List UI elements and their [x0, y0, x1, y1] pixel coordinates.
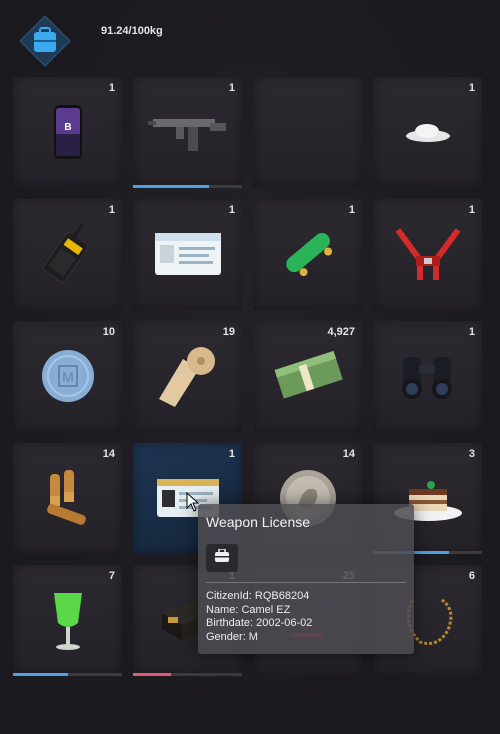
bullets-icon: [13, 463, 122, 533]
uzi-smg-icon: [133, 97, 242, 167]
item-count: 10: [102, 326, 115, 338]
slot-cash[interactable]: 4,927: [253, 321, 362, 432]
item-count: 6: [468, 570, 475, 582]
slot-binoculars[interactable]: 1: [373, 321, 482, 432]
item-count: 19: [222, 326, 235, 338]
white-powder-icon: [373, 97, 482, 167]
slot-empty[interactable]: [253, 77, 362, 188]
slot-drink[interactable]: 7: [13, 565, 122, 676]
svg-text:B: B: [64, 122, 71, 133]
green-cocktail-icon: [13, 585, 122, 655]
item-count: 1: [228, 448, 235, 460]
slot-skateboard[interactable]: 1: [253, 199, 362, 310]
cash-stack-icon: [253, 341, 362, 411]
binoculars-icon: [373, 341, 482, 411]
bandage-roll-icon: [133, 341, 242, 411]
item-count: 1: [228, 204, 235, 216]
tooltip-gender: Gender: M: [206, 630, 258, 643]
slot-phone[interactable]: 1 B: [13, 77, 122, 188]
tooltip-citizen-id: CitizenId: RQB68204: [206, 590, 310, 602]
item-count: 1: [468, 82, 475, 94]
item-count: 14: [342, 448, 355, 460]
walkie-talkie-icon: [13, 219, 122, 289]
slot-bullets[interactable]: 14: [13, 443, 122, 554]
weight-text: 91.24/100kg: [101, 25, 163, 37]
durability-fill: [133, 673, 172, 676]
durability-fill: [13, 673, 68, 676]
svg-text:M: M: [62, 369, 74, 385]
tooltip-divider: [206, 582, 406, 583]
slot-id-card[interactable]: 1: [133, 199, 242, 310]
durability-bar: [13, 673, 122, 676]
backpack-icon: [214, 547, 230, 568]
item-count: 3: [468, 448, 475, 460]
slot-radio[interactable]: 1: [13, 199, 122, 310]
slot-smg[interactable]: 1: [133, 77, 242, 188]
durability-fill: [133, 185, 210, 188]
tooltip-info: CitizenId: RQB68204 Name: Camel EZ Birth…: [206, 590, 312, 644]
phone-icon: B: [13, 97, 122, 167]
mouse-cursor-icon: [186, 491, 200, 517]
item-count: 1: [228, 82, 235, 94]
skateboard-icon: [253, 219, 362, 289]
slot-bandage[interactable]: 19: [133, 321, 242, 432]
backpack-badge[interactable]: [18, 14, 72, 68]
racing-harness-icon: [373, 219, 482, 289]
item-count: 1: [108, 82, 115, 94]
slot-powder[interactable]: 1: [373, 77, 482, 188]
item-count: 1: [108, 204, 115, 216]
tooltip-title: Weapon License: [206, 514, 311, 530]
item-count: 4,927: [327, 326, 355, 338]
item-count: 1: [468, 326, 475, 338]
item-count: 1: [468, 204, 475, 216]
tooltip-icon-box: [206, 544, 238, 572]
tooltip-birthdate: Birthdate: 2002-06-02: [206, 617, 313, 629]
slot-harness[interactable]: 1: [373, 199, 482, 310]
durability-bar: [133, 673, 242, 676]
item-count: 14: [102, 448, 115, 460]
inventory-header: 91.24/100kg: [0, 0, 500, 68]
item-count: 7: [108, 570, 115, 582]
id-card-icon: [133, 219, 242, 289]
tooltip-name: Name: Camel EZ: [206, 603, 291, 616]
durability-bar: [133, 185, 242, 188]
item-tooltip: Weapon License CitizenId: RQB68204 Name:…: [198, 504, 414, 654]
item-count: 1: [348, 204, 355, 216]
slot-pill[interactable]: 10 M: [13, 321, 122, 432]
blue-pill-icon: M: [13, 341, 122, 411]
